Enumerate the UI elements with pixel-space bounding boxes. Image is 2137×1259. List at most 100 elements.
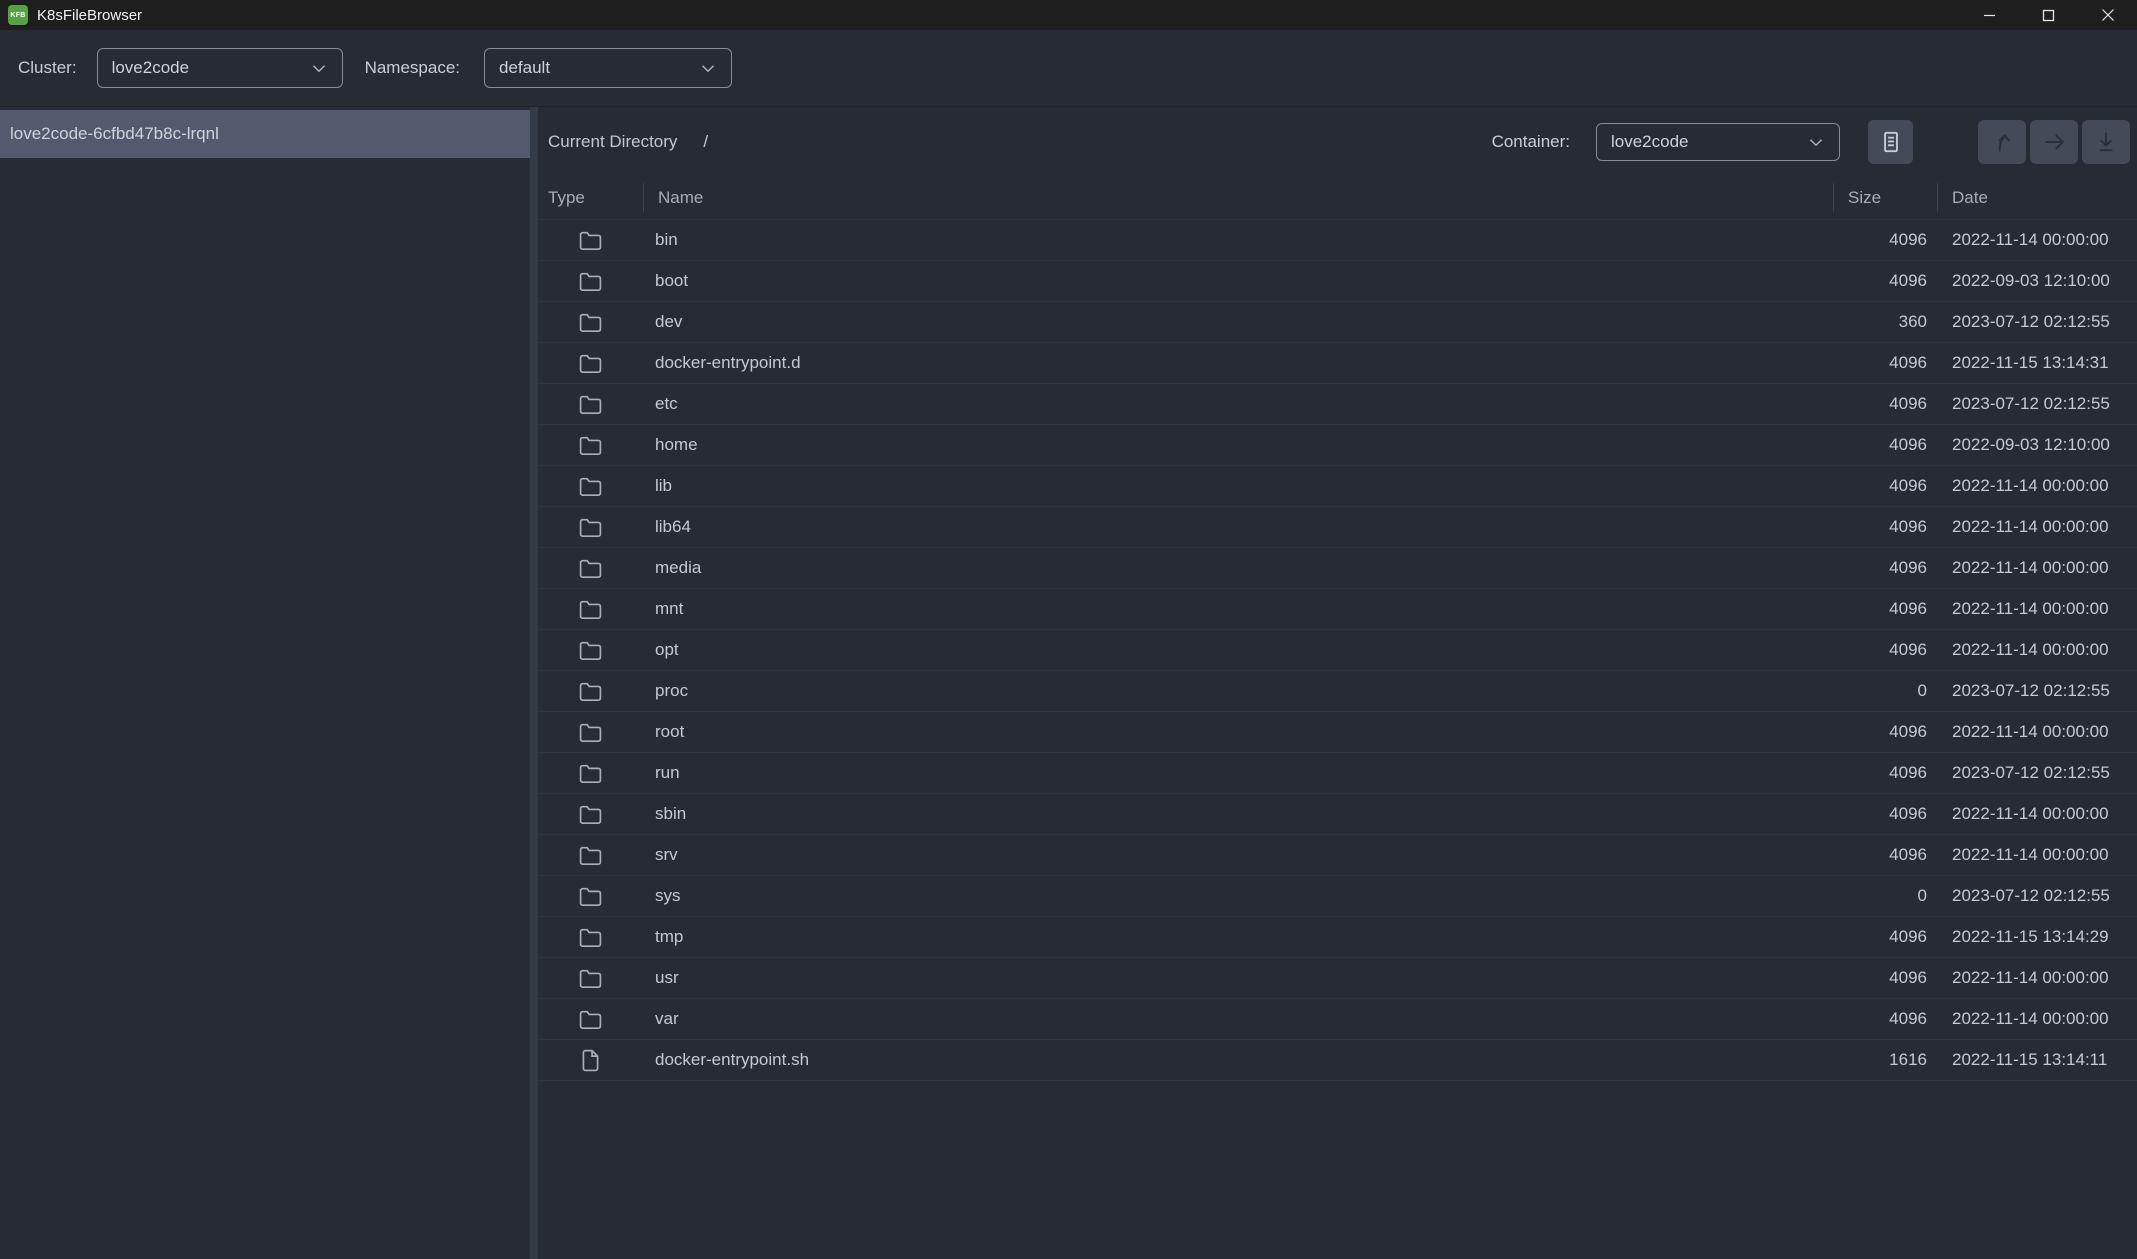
column-header-type: Type (538, 176, 643, 219)
folder-icon (578, 1007, 603, 1032)
file-table: Type Name Size Date bin 4096 2022-11-14 … (538, 176, 2137, 1259)
table-row[interactable]: srv 4096 2022-11-14 00:00:00 (538, 835, 2137, 876)
table-row[interactable]: bin 4096 2022-11-14 00:00:00 (538, 220, 2137, 261)
go-up-directory-button[interactable] (1978, 120, 2026, 164)
container-label: Container: (1492, 132, 1570, 152)
file-date: 2022-11-15 13:14:11 (1937, 1050, 2137, 1070)
file-date: 2022-11-15 13:14:31 (1937, 353, 2137, 373)
folder-icon (578, 597, 603, 622)
file-name: usr (643, 968, 1833, 988)
file-type-cell (538, 597, 643, 622)
table-row[interactable]: proc 0 2023-07-12 02:12:55 (538, 671, 2137, 712)
container-select[interactable]: love2code (1596, 123, 1840, 161)
view-file-button[interactable] (1868, 120, 1913, 164)
file-name: sys (643, 886, 1833, 906)
table-row[interactable]: sys 0 2023-07-12 02:12:55 (538, 876, 2137, 917)
toolbar: Cluster: love2code Namespace: default (0, 30, 2137, 106)
folder-icon (578, 884, 603, 909)
container-select-value: love2code (1611, 132, 1805, 152)
file-type-cell (538, 884, 643, 909)
window-title: K8sFileBrowser (37, 7, 142, 24)
file-name: opt (643, 640, 1833, 660)
folder-icon (578, 310, 603, 335)
table-row[interactable]: opt 4096 2022-11-14 00:00:00 (538, 630, 2137, 671)
file-type-cell (538, 925, 643, 950)
folder-icon (578, 761, 603, 786)
namespace-label: Namespace: (365, 58, 460, 78)
pod-list-item[interactable]: love2code-6cfbd47b8c-lrqnl (0, 110, 530, 158)
column-header-name: Name (643, 176, 1833, 219)
folder-icon (578, 269, 603, 294)
file-date: 2022-11-14 00:00:00 (1937, 1009, 2137, 1029)
column-header-size: Size (1833, 176, 1937, 219)
file-name: home (643, 435, 1833, 455)
folder-icon (578, 679, 603, 704)
table-row[interactable]: tmp 4096 2022-11-15 13:14:29 (538, 917, 2137, 958)
table-row[interactable]: root 4096 2022-11-14 00:00:00 (538, 712, 2137, 753)
folder-icon (578, 556, 603, 581)
table-row[interactable]: docker-entrypoint.d 4096 2022-11-15 13:1… (538, 343, 2137, 384)
namespace-select[interactable]: default (484, 48, 732, 88)
file-type-cell (538, 720, 643, 745)
table-row[interactable]: etc 4096 2023-07-12 02:12:55 (538, 384, 2137, 425)
file-size: 4096 (1833, 394, 1937, 414)
file-type-cell (538, 556, 643, 581)
directory-header: Current Directory / Container: love2code (538, 107, 2137, 176)
file-date: 2022-11-15 13:14:29 (1937, 927, 2137, 947)
table-row[interactable]: dev 360 2023-07-12 02:12:55 (538, 302, 2137, 343)
go-forward-button[interactable] (2030, 120, 2078, 164)
minimize-button[interactable] (1960, 0, 2019, 30)
table-row[interactable]: run 4096 2023-07-12 02:12:55 (538, 753, 2137, 794)
file-size: 4096 (1833, 517, 1937, 537)
file-type-cell (538, 310, 643, 335)
file-size: 4096 (1833, 230, 1937, 250)
folder-icon (578, 720, 603, 745)
table-row[interactable]: media 4096 2022-11-14 00:00:00 (538, 548, 2137, 589)
file-size: 4096 (1833, 1009, 1937, 1029)
file-type-cell (538, 474, 643, 499)
file-size: 0 (1833, 681, 1937, 701)
file-date: 2022-11-14 00:00:00 (1937, 230, 2137, 250)
file-name: proc (643, 681, 1833, 701)
view-file-icon (1878, 129, 1904, 155)
cluster-label: Cluster: (18, 58, 77, 78)
namespace-select-value: default (499, 58, 697, 78)
file-date: 2023-07-12 02:12:55 (1937, 681, 2137, 701)
folder-icon (578, 392, 603, 417)
file-name: srv (643, 845, 1833, 865)
arrow-right-icon (2040, 128, 2068, 156)
table-row[interactable]: var 4096 2022-11-14 00:00:00 (538, 999, 2137, 1040)
table-row[interactable]: lib 4096 2022-11-14 00:00:00 (538, 466, 2137, 507)
column-header-date: Date (1937, 176, 2137, 219)
file-name: tmp (643, 927, 1833, 947)
download-icon (2092, 128, 2120, 156)
pod-name: love2code-6cfbd47b8c-lrqnl (10, 124, 219, 144)
download-button[interactable] (2082, 120, 2130, 164)
table-row[interactable]: boot 4096 2022-09-03 12:10:00 (538, 261, 2137, 302)
maximize-button[interactable] (2019, 0, 2078, 30)
cluster-select[interactable]: love2code (97, 48, 343, 88)
table-row[interactable]: sbin 4096 2022-11-14 00:00:00 (538, 794, 2137, 835)
folder-icon (578, 228, 603, 253)
folder-icon (578, 474, 603, 499)
table-row[interactable]: mnt 4096 2022-11-14 00:00:00 (538, 589, 2137, 630)
file-icon (578, 1048, 603, 1073)
window-controls (1960, 0, 2137, 30)
file-date: 2022-11-14 00:00:00 (1937, 722, 2137, 742)
maximize-icon (2042, 9, 2055, 22)
file-date: 2023-07-12 02:12:55 (1937, 312, 2137, 332)
file-name: docker-entrypoint.sh (643, 1050, 1833, 1070)
file-date: 2022-09-03 12:10:00 (1937, 435, 2137, 455)
app-logo-icon: KFB (8, 5, 28, 25)
table-row[interactable]: docker-entrypoint.sh 1616 2022-11-15 13:… (538, 1040, 2137, 1081)
file-size: 4096 (1833, 845, 1937, 865)
sidebar-divider[interactable] (530, 107, 538, 1259)
close-icon (2101, 8, 2115, 22)
close-button[interactable] (2078, 0, 2137, 30)
table-row[interactable]: lib64 4096 2022-11-14 00:00:00 (538, 507, 2137, 548)
file-date: 2022-11-14 00:00:00 (1937, 804, 2137, 824)
file-type-cell (538, 966, 643, 991)
table-row[interactable]: usr 4096 2022-11-14 00:00:00 (538, 958, 2137, 999)
table-row[interactable]: home 4096 2022-09-03 12:10:00 (538, 425, 2137, 466)
file-name: lib64 (643, 517, 1833, 537)
